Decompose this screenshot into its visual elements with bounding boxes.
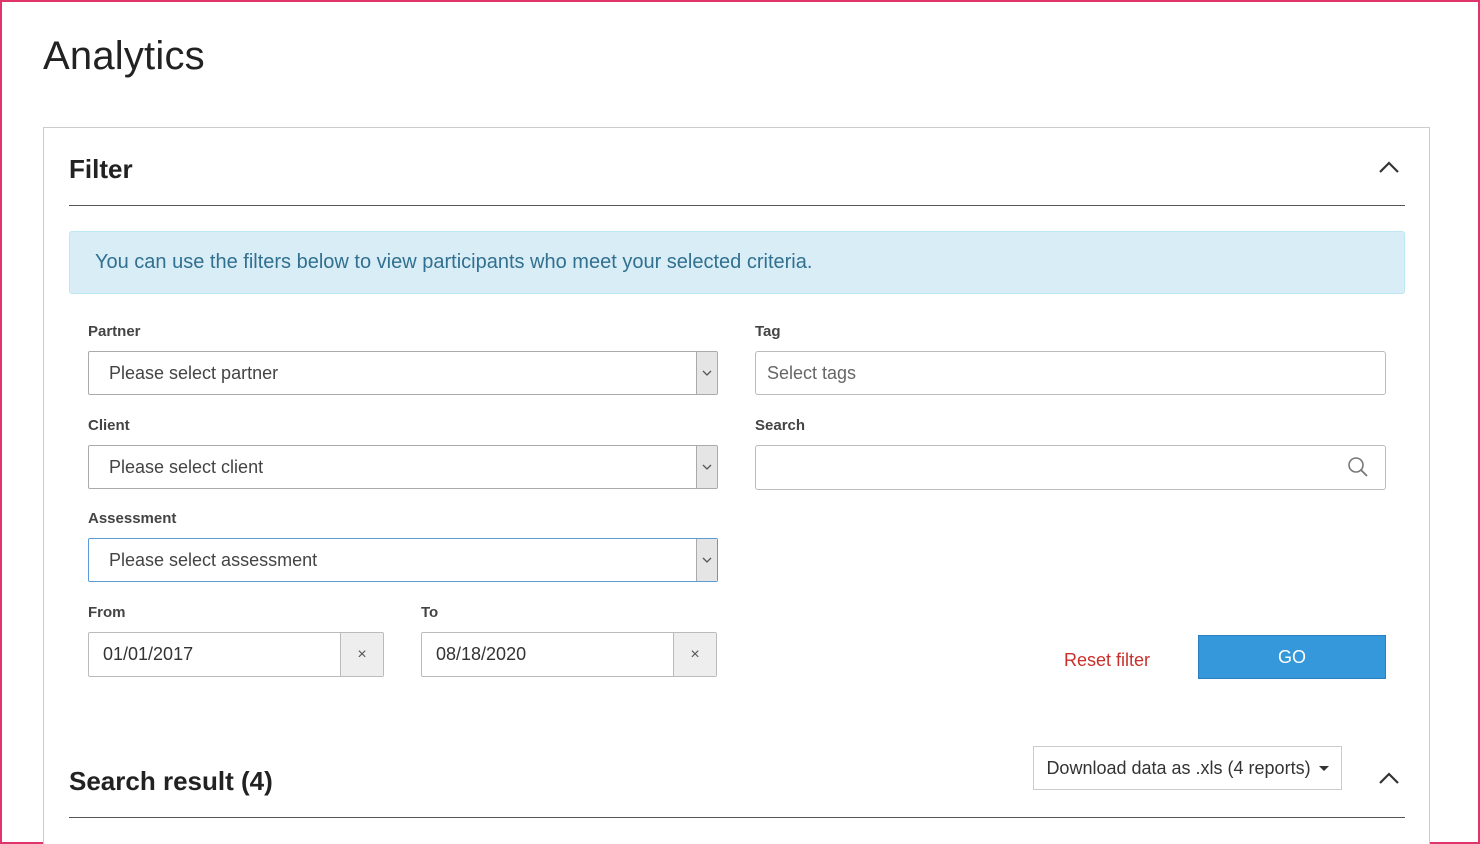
filter-divider [69,205,1405,206]
tag-label: Tag [755,323,781,340]
search-icon[interactable] [1347,456,1369,478]
to-date-field[interactable]: 08/18/2020 × [421,632,717,677]
reset-filter-link[interactable]: Reset filter [1064,650,1150,671]
chevron-up-icon[interactable] [1378,160,1400,174]
chevron-up-icon[interactable] [1378,771,1400,785]
search-label: Search [755,417,806,434]
from-date-value[interactable]: 01/01/2017 [89,633,340,676]
page-title: Analytics [43,34,205,78]
tag-input[interactable] [755,351,1386,395]
assessment-label: Assessment [88,510,177,527]
download-xls-label: Download data as .xls (4 reports) [1046,757,1311,778]
partner-select[interactable]: Please select partner [88,351,718,395]
assessment-select-value: Please select assessment [109,550,318,570]
chevron-down-icon [696,539,717,581]
to-label: To [421,604,439,621]
search-result-title: Search result (4) [69,766,273,796]
download-xls-button[interactable]: Download data as .xls (4 reports) [1033,746,1342,790]
search-input[interactable] [755,445,1386,490]
go-button[interactable]: GO [1198,635,1386,679]
chevron-down-icon [696,446,717,488]
partner-label: Partner [88,323,141,340]
chevron-down-icon [696,352,717,394]
client-select-value: Please select client [109,457,264,477]
assessment-select[interactable]: Please select assessment [88,538,718,582]
results-divider [69,817,1405,818]
to-date-value[interactable]: 08/18/2020 [422,633,673,676]
from-date-field[interactable]: 01/01/2017 × [88,632,384,677]
filter-panel: Filter You can use the filters below to … [43,127,1430,844]
partner-select-value: Please select partner [109,363,279,383]
client-select[interactable]: Please select client [88,445,718,489]
close-icon[interactable]: × [340,633,383,676]
caret-down-icon [1318,765,1329,771]
filter-title: Filter [69,154,133,184]
client-label: Client [88,417,130,434]
close-icon[interactable]: × [673,633,716,676]
from-label: From [88,604,126,621]
filter-info-alert: You can use the filters below to view pa… [69,231,1405,294]
